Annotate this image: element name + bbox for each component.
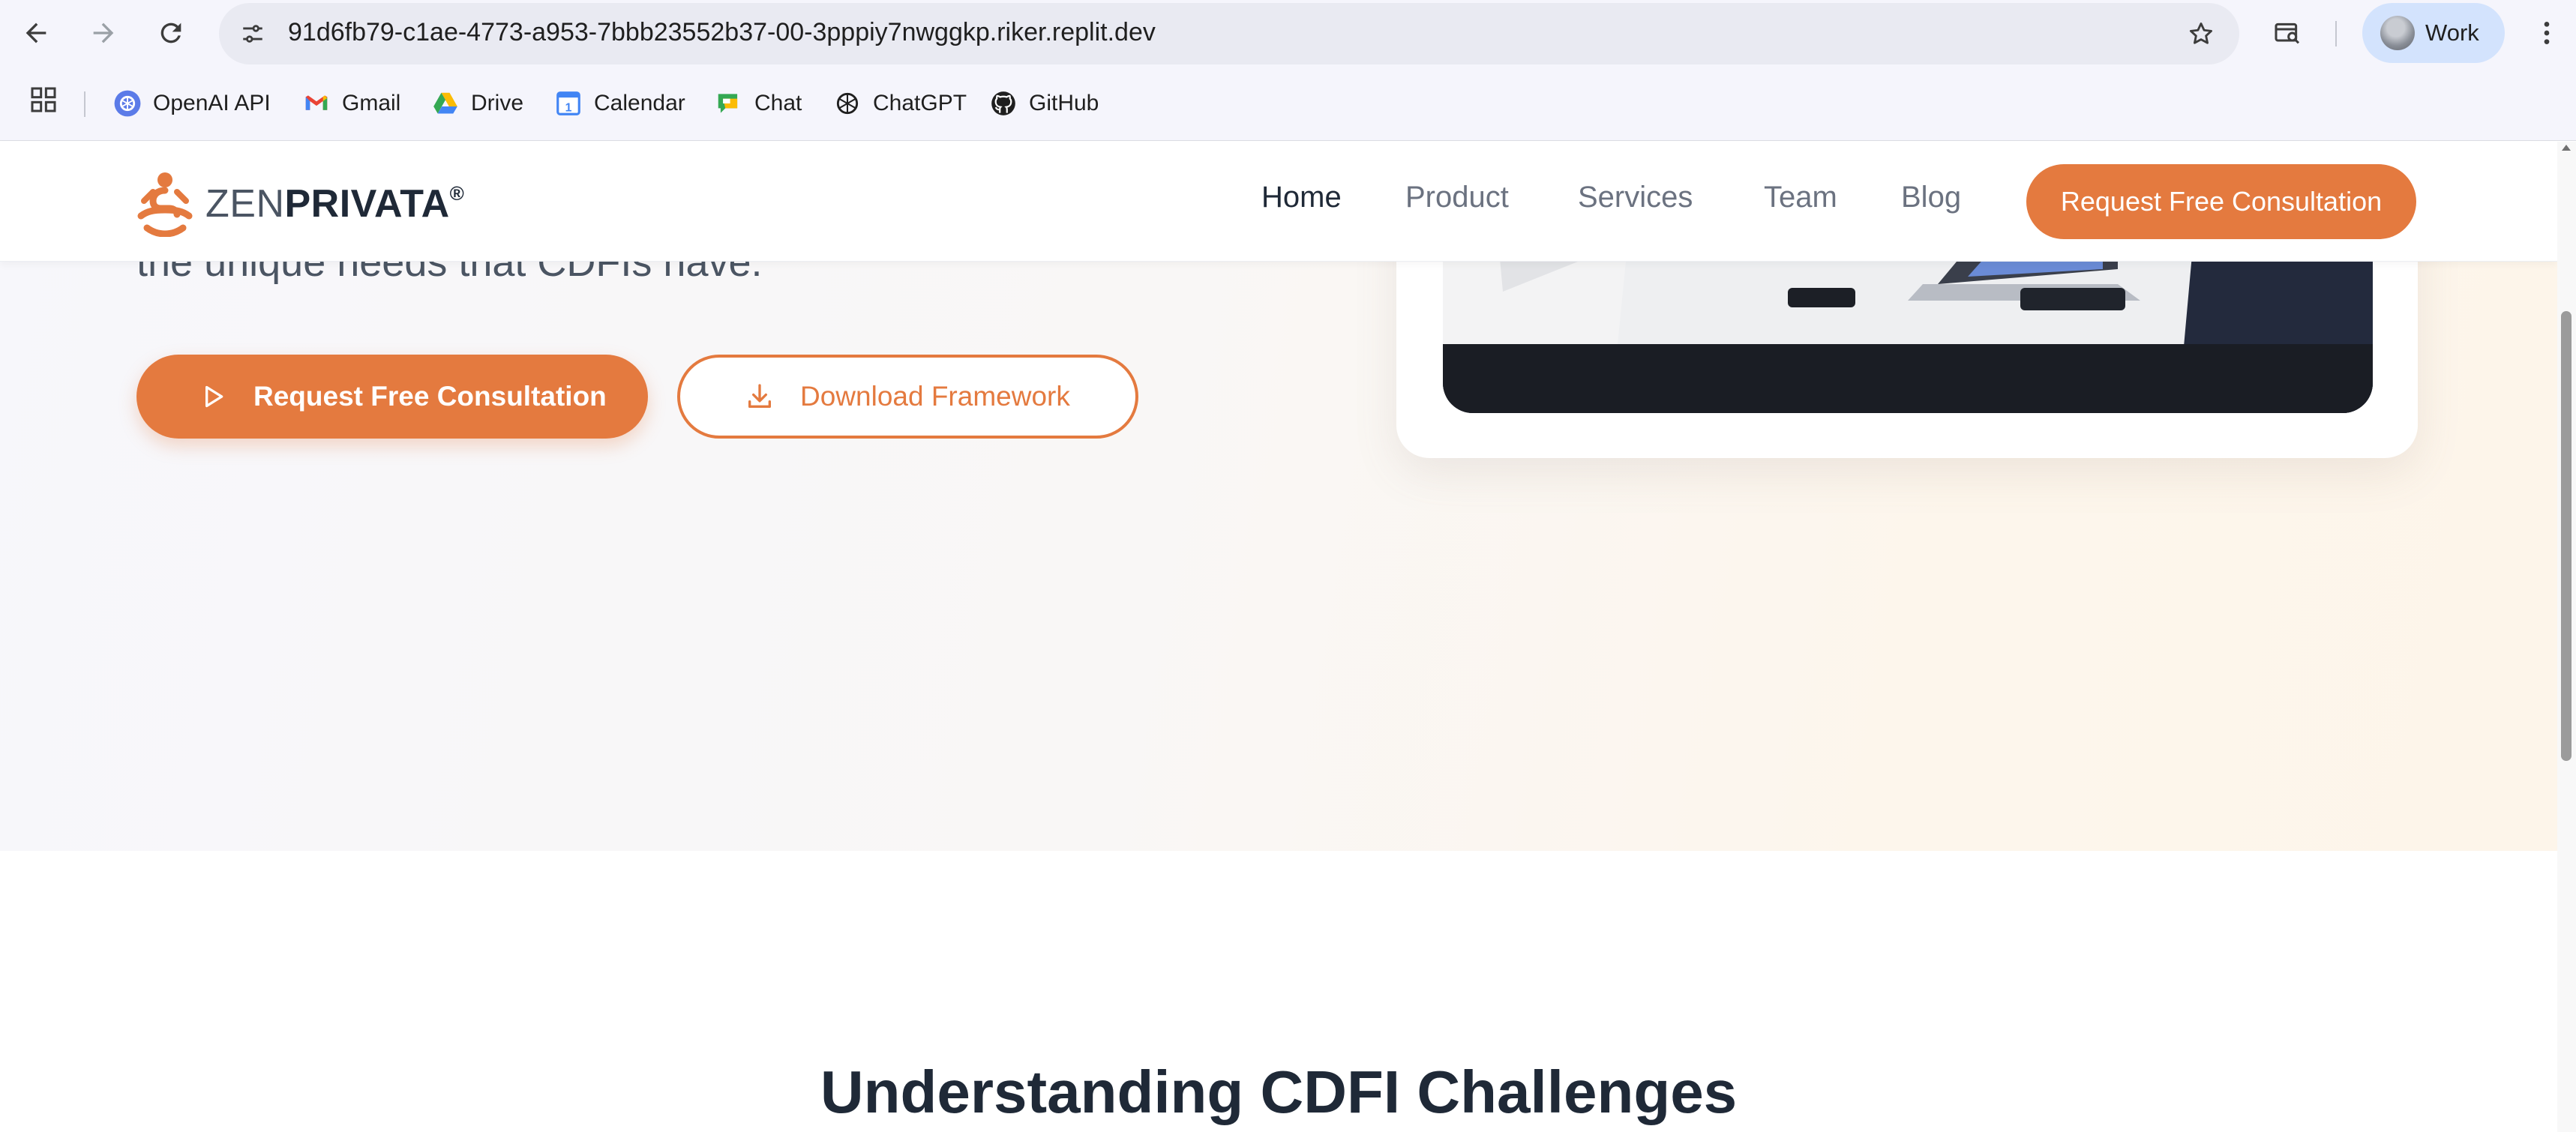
nav-product[interactable]: Product [1405, 181, 1509, 214]
bookmarks-divider [84, 91, 85, 117]
hero-request-consultation-button[interactable]: Request Free Consultation [136, 355, 648, 439]
github-icon [988, 88, 1018, 118]
bookmark-github[interactable]: GitHub [988, 82, 1099, 124]
button-label: Request Free Consultation [253, 381, 607, 412]
scroll-up-arrow-icon[interactable] [2562, 145, 2571, 151]
bookmark-label: GitHub [1029, 91, 1099, 115]
bookmark-calendar[interactable]: 1 Calendar [553, 82, 685, 124]
more-menu-icon[interactable] [2527, 13, 2566, 52]
logo-text-light: ZEN [205, 182, 285, 226]
bookmark-label: Chat [754, 91, 802, 115]
openai-icon [112, 88, 142, 118]
avatar [2380, 16, 2415, 50]
url-text: 91d6fb79-c1ae-4773-a953-7bbb23552b37-00-… [288, 18, 1156, 46]
profile-label: Work [2425, 19, 2479, 46]
button-label: Download Framework [800, 381, 1070, 412]
page-scrollbar[interactable] [2557, 142, 2576, 1132]
arrow-right-icon [93, 22, 114, 43]
chat-icon [714, 88, 744, 118]
bookmark-label: Gmail [342, 91, 401, 115]
registered-mark: ® [449, 182, 465, 205]
logo-text: ZENPRIVATA® [205, 181, 464, 226]
download-icon [743, 380, 776, 413]
forward-button[interactable] [84, 13, 123, 52]
back-button[interactable] [16, 13, 55, 52]
header-request-consultation-button[interactable]: Request Free Consultation [2026, 164, 2416, 239]
svg-text:1: 1 [565, 101, 572, 114]
apps-grid-icon[interactable] [28, 85, 58, 115]
tab-search-icon[interactable] [2268, 13, 2307, 52]
nav-team[interactable]: Team [1764, 181, 1837, 214]
site-settings-icon[interactable] [234, 15, 271, 52]
section-heading: Understanding CDFI Challenges [820, 1059, 1738, 1125]
arrow-left-icon [25, 22, 46, 43]
address-bar[interactable]: 91d6fb79-c1ae-4773-a953-7bbb23552b37-00-… [219, 3, 2239, 64]
page-content: the unique needs that CDFIs have. Reques… [0, 142, 2557, 1132]
chatgpt-icon [832, 88, 862, 118]
logo[interactable]: ZENPRIVATA® [135, 170, 464, 238]
drive-icon [430, 88, 460, 118]
download-framework-button[interactable]: Download Framework [677, 355, 1138, 439]
bookmark-label: ChatGPT [873, 91, 967, 115]
bookmarks-bar: OpenAI API Gmail Drive 1 Calendar Chat C… [0, 66, 2576, 141]
bookmark-label: OpenAI API [153, 91, 271, 115]
site-header: ZENPRIVATA® Home Product Services Team B… [0, 142, 2557, 262]
nav-services[interactable]: Services [1578, 181, 1693, 214]
bookmark-drive[interactable]: Drive [430, 82, 523, 124]
bookmark-label: Drive [471, 91, 524, 115]
reload-icon [160, 22, 181, 43]
bookmark-openai-api[interactable]: OpenAI API [112, 82, 271, 124]
nav-blog[interactable]: Blog [1901, 181, 1961, 214]
nav-home[interactable]: Home [1261, 181, 1342, 214]
bookmark-star-icon[interactable] [2184, 16, 2218, 51]
meditation-logo-icon [137, 172, 193, 237]
calendar-icon: 1 [553, 88, 583, 118]
toolbar-divider [2335, 21, 2337, 46]
profile-button[interactable]: Work [2362, 3, 2505, 63]
logo-text-bold: PRIVATA [284, 182, 450, 226]
play-icon [196, 380, 229, 413]
bookmark-label: Calendar [594, 91, 685, 115]
bookmark-gmail[interactable]: Gmail [301, 82, 400, 124]
browser-toolbar: 91d6fb79-c1ae-4773-a953-7bbb23552b37-00-… [0, 0, 2576, 66]
scroll-thumb[interactable] [2561, 311, 2572, 761]
reload-button[interactable] [151, 13, 190, 52]
gmail-icon [301, 88, 331, 118]
bookmark-chat[interactable]: Chat [714, 82, 802, 124]
bookmark-chatgpt[interactable]: ChatGPT [832, 82, 967, 124]
